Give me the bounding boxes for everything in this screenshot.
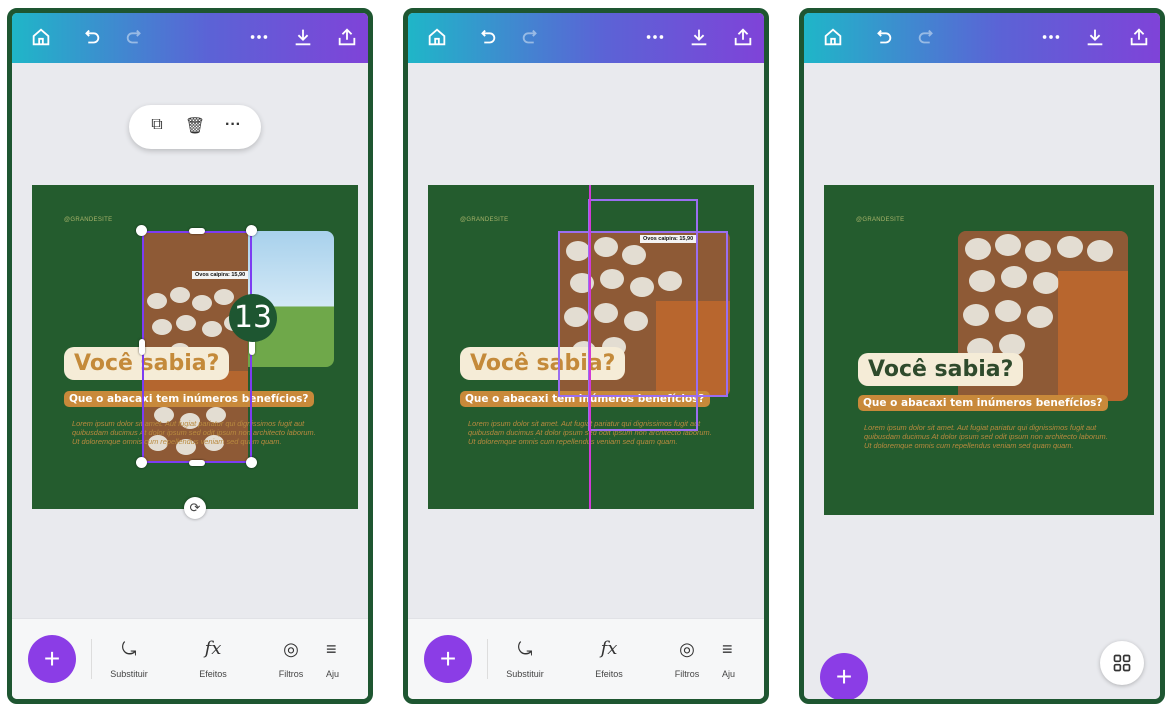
resize-handle-left[interactable] [139, 339, 145, 355]
canvas-area: @GRANDESITE Ovos caipira: 15,90 Você sab… [408, 63, 764, 699]
redo-icon[interactable] [120, 22, 150, 52]
divider [91, 639, 92, 679]
design-watermark: @GRANDESITE [64, 217, 113, 223]
bottom-toolbar: + ⤿ Substituir fx Efeitos ◎ Filtros ≡ Aju [408, 618, 764, 699]
tool-filters[interactable]: ◎ Filtros [652, 637, 722, 679]
home-icon[interactable] [422, 22, 452, 52]
adjust-icon: ≡ [722, 639, 733, 659]
trash-icon[interactable]: 🗑 [183, 116, 207, 138]
resize-handle-top[interactable] [189, 228, 205, 234]
rotate-handle[interactable]: ⟳ [184, 497, 206, 519]
effects-icon: fx [600, 638, 618, 659]
replace-icon: ⤿ [517, 639, 533, 659]
add-button[interactable]: + [424, 635, 472, 683]
design-body-text[interactable]: Lorem ipsum dolor sit amet. Aut fugiat p… [864, 423, 1114, 450]
more-icon[interactable] [640, 22, 670, 52]
undo-icon[interactable] [472, 22, 502, 52]
more-icon[interactable]: ··· [221, 116, 245, 138]
replace-icon: ⤿ [121, 639, 137, 659]
phone-screen-1: @GRANDESITE Ovos caipira: 15,90 Você sab… [7, 8, 373, 704]
context-menu: ⧉ 🗑 ··· [129, 105, 261, 149]
share-icon[interactable] [332, 22, 362, 52]
share-icon[interactable] [728, 22, 758, 52]
design-title[interactable]: Você sabia? [858, 353, 1024, 386]
resize-handle-tl[interactable] [136, 225, 147, 236]
image-outline [558, 231, 728, 397]
tool-effects[interactable]: fx Efeitos [178, 637, 248, 679]
share-icon[interactable] [1124, 22, 1154, 52]
download-icon[interactable] [1080, 22, 1110, 52]
bottom-toolbar: + ⤿ Substituir fx Efeitos ◎ Filtros ≡ Aju [12, 618, 368, 699]
phone-screen-2: @GRANDESITE Ovos caipira: 15,90 Você sab… [403, 8, 769, 704]
more-icon[interactable] [244, 22, 274, 52]
redo-icon[interactable] [516, 22, 546, 52]
tool-replace[interactable]: ⤿ Substituir [490, 637, 560, 679]
design-watermark: @GRANDESITE [460, 217, 509, 223]
grid-icon [1113, 654, 1131, 672]
center-guide-line [589, 185, 591, 509]
top-toolbar [804, 13, 1160, 63]
phone-screen-3: @GRANDESITE Você sabia? Que o abacaxi te… [799, 8, 1165, 704]
selection-box [142, 231, 252, 463]
divider [487, 639, 488, 679]
undo-icon[interactable] [868, 22, 898, 52]
resize-handle-br[interactable] [246, 457, 257, 468]
design-page[interactable]: @GRANDESITE Você sabia? Que o abacaxi te… [824, 185, 1154, 515]
filters-icon: ◎ [679, 639, 695, 659]
resize-handle-tr[interactable] [246, 225, 257, 236]
filters-icon: ◎ [283, 639, 299, 659]
tool-effects[interactable]: fx Efeitos [574, 637, 644, 679]
effects-icon: fx [204, 638, 222, 659]
canvas-area: @GRANDESITE Ovos caipira: 15,90 Você sab… [12, 63, 368, 699]
design-watermark: @GRANDESITE [856, 217, 905, 223]
design-subtitle[interactable]: Que o abacaxi tem inúmeros benefícios? [858, 395, 1108, 411]
download-icon[interactable] [288, 22, 318, 52]
more-icon[interactable] [1036, 22, 1066, 52]
tool-adjust[interactable]: ≡ Aju [326, 637, 368, 679]
step-badge: 13 [229, 294, 277, 342]
tool-adjust[interactable]: ≡ Aju [722, 637, 764, 679]
download-icon[interactable] [684, 22, 714, 52]
home-icon[interactable] [818, 22, 848, 52]
add-button[interactable]: + [820, 653, 868, 699]
top-toolbar [12, 13, 368, 63]
add-button[interactable]: + [28, 635, 76, 683]
tool-filters[interactable]: ◎ Filtros [256, 637, 326, 679]
undo-icon[interactable] [76, 22, 106, 52]
top-toolbar [408, 13, 764, 63]
duplicate-icon[interactable]: ⧉ [145, 116, 169, 138]
grid-view-button[interactable] [1100, 641, 1144, 685]
tool-replace[interactable]: ⤿ Substituir [94, 637, 164, 679]
resize-handle-bottom[interactable] [189, 460, 205, 466]
redo-icon[interactable] [912, 22, 942, 52]
adjust-icon: ≡ [326, 639, 337, 659]
resize-handle-bl[interactable] [136, 457, 147, 468]
canvas-area: @GRANDESITE Você sabia? Que o abacaxi te… [804, 63, 1160, 699]
home-icon[interactable] [26, 22, 56, 52]
